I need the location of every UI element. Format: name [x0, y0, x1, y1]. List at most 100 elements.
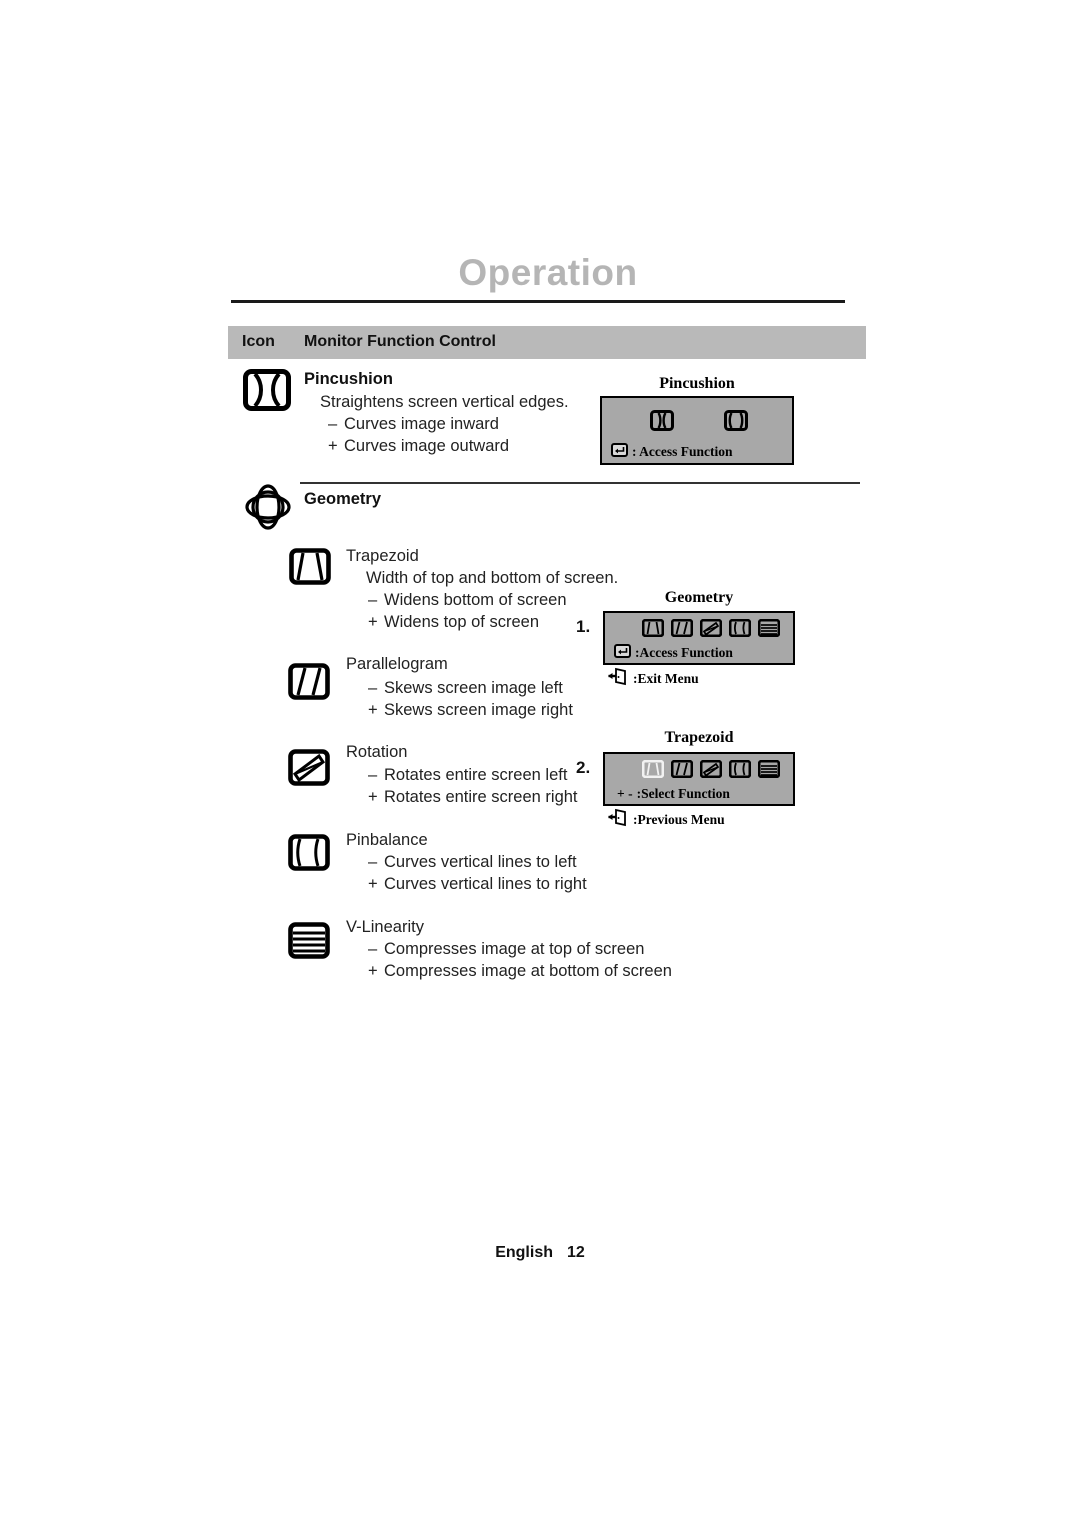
rotation-bullet-plus-text: Rotates entire screen right [384, 788, 578, 806]
minus-sign: – [368, 766, 378, 784]
trapezoid-name: Trapezoid [346, 547, 419, 565]
plus-sign: + [328, 437, 338, 455]
pincushion-description: Straightens screen vertical edges. [320, 393, 569, 411]
parallelogram-bullet-plus: + Skews screen image right [368, 701, 573, 720]
plus-sign: + [368, 875, 378, 893]
pincushion-bullet-minus-text: Curves image inward [344, 415, 499, 433]
osd-geometry-legend-exit-text: :Exit Menu [633, 670, 699, 686]
trapezoid-bullet-plus: + Widens top of screen [368, 613, 539, 632]
geometry-title: Geometry [304, 490, 382, 508]
pinbalance-bullet-plus: + Curves vertical lines to right [368, 875, 587, 894]
osd-pincushion-panel: : Access Function [600, 396, 794, 465]
pincushion-title: Pincushion [304, 370, 393, 388]
osd-trapezoid-step-number: 2. [576, 758, 591, 777]
parallelogram-name: Parallelogram [346, 655, 448, 673]
pinbalance-bullet-plus-text: Curves vertical lines to right [384, 875, 587, 893]
trapezoid-bullet-minus: – Widens bottom of screen [368, 591, 567, 610]
osd-pincushion-legend-access-text: : Access Function [632, 444, 733, 459]
parallelogram-icon [288, 663, 330, 700]
osd-pincushion-icon-row [602, 410, 796, 436]
exit-door-icon[interactable] [607, 808, 629, 831]
geometry-globe-icon [245, 484, 291, 530]
osd-geometry-legend-exit: :Exit Menu [607, 667, 699, 690]
minus-sign: – [328, 415, 338, 433]
rotation-bullet-minus: – Rotates entire screen left [368, 766, 567, 785]
osd-trapezoid-legend-previous-text: :Previous Menu [633, 811, 725, 827]
enter-key-icon[interactable] [614, 644, 631, 662]
parallelogram-icon[interactable] [670, 759, 694, 783]
minus-sign: – [368, 853, 378, 871]
pincushion-in-icon[interactable] [649, 410, 674, 436]
v-linearity-icon [288, 922, 330, 959]
plus-minus-keys[interactable]: + - [617, 786, 633, 802]
osd-trapezoid-legend-select-text: :Select Function [636, 786, 730, 801]
osd-geometry-caption: Geometry [664, 589, 734, 606]
trapezoid-icon[interactable] [641, 618, 665, 642]
osd-pincushion-legend-access: : Access Function [611, 443, 733, 461]
pinbalance-bullet-minus-text: Curves vertical lines to left [384, 853, 577, 871]
plus-sign: + [368, 701, 378, 719]
rotation-bullet-minus-text: Rotates entire screen left [384, 766, 568, 784]
osd-trapezoid-panel: + - :Select Function [603, 752, 795, 806]
minus-sign: – [368, 940, 378, 958]
parallelogram-icon[interactable] [670, 618, 694, 642]
parallelogram-bullet-minus: – Skews screen image left [368, 679, 563, 698]
osd-geometry-legend-access: :Access Function [614, 644, 733, 662]
v-linearity-bullet-plus-text: Compresses image at bottom of screen [384, 962, 672, 980]
footer-page-number: 12 [566, 1244, 585, 1261]
rotation-icon[interactable] [699, 618, 723, 642]
footer-language: English [495, 1244, 553, 1261]
osd-trapezoid-legend-select: + - :Select Function [617, 786, 730, 802]
exit-door-icon[interactable] [607, 667, 629, 690]
parallelogram-bullet-minus-text: Skews screen image left [384, 679, 563, 697]
osd-geometry-step-number: 1. [576, 617, 591, 636]
plus-sign: + [368, 613, 378, 631]
plus-sign: + [368, 788, 378, 806]
pincushion-bullet-plus-text: Curves image outward [344, 437, 510, 455]
v-linearity-icon[interactable] [757, 759, 781, 783]
enter-key-icon[interactable] [611, 443, 628, 461]
rotation-bullet-plus: + Rotates entire screen right [368, 788, 578, 807]
trapezoid-bullet-plus-text: Widens top of screen [384, 613, 539, 631]
rotation-icon[interactable] [699, 759, 723, 783]
minus-sign: – [368, 591, 378, 609]
pinbalance-bullet-minus: – Curves vertical lines to left [368, 853, 577, 872]
rotation-icon [288, 749, 330, 786]
osd-trapezoid-icon-row [641, 759, 781, 783]
column-header-icon: Icon [242, 333, 275, 350]
pinbalance-icon[interactable] [728, 618, 752, 642]
trapezoid-description: Width of top and bottom of screen. [366, 569, 619, 587]
pinbalance-name: Pinbalance [346, 831, 428, 849]
v-linearity-name: V-Linearity [346, 918, 424, 936]
pincushion-icon [243, 369, 291, 411]
plus-sign: + [368, 962, 378, 980]
table-header-band: Icon Monitor Function Control [228, 326, 866, 359]
pinbalance-icon[interactable] [728, 759, 752, 783]
osd-geometry-icon-row [641, 618, 781, 642]
trapezoid-icon-selected[interactable] [641, 759, 665, 783]
trapezoid-bullet-minus-text: Widens bottom of screen [384, 591, 567, 609]
pincushion-bullet-minus: – Curves image inward [328, 415, 499, 434]
v-linearity-bullet-plus: + Compresses image at bottom of screen [368, 962, 672, 981]
title-divider [231, 300, 845, 303]
osd-pincushion-caption: Pincushion [659, 375, 735, 392]
page-footer: English 12 [0, 1244, 1080, 1262]
manual-page: Operation Icon Monitor Function Control … [0, 0, 1080, 1528]
rotation-name: Rotation [346, 743, 408, 761]
v-linearity-bullet-minus-text: Compresses image at top of screen [384, 940, 645, 958]
trapezoid-icon [289, 548, 331, 585]
pincushion-row-divider [300, 482, 860, 484]
osd-trapezoid-caption: Trapezoid [664, 729, 734, 746]
osd-trapezoid-legend-previous: :Previous Menu [607, 808, 725, 831]
v-linearity-bullet-minus: – Compresses image at top of screen [368, 940, 644, 959]
pincushion-out-icon[interactable] [724, 410, 749, 436]
column-header-monitor-function-control: Monitor Function Control [304, 333, 496, 350]
osd-geometry-panel: :Access Function [603, 611, 795, 665]
page-title: Operation [458, 252, 638, 293]
pinbalance-icon [288, 834, 330, 871]
parallelogram-bullet-plus-text: Skews screen image right [384, 701, 573, 719]
osd-geometry-legend-access-text: :Access Function [635, 645, 733, 660]
pincushion-bullet-plus: + Curves image outward [328, 437, 509, 456]
minus-sign: – [368, 679, 378, 697]
v-linearity-icon[interactable] [757, 618, 781, 642]
